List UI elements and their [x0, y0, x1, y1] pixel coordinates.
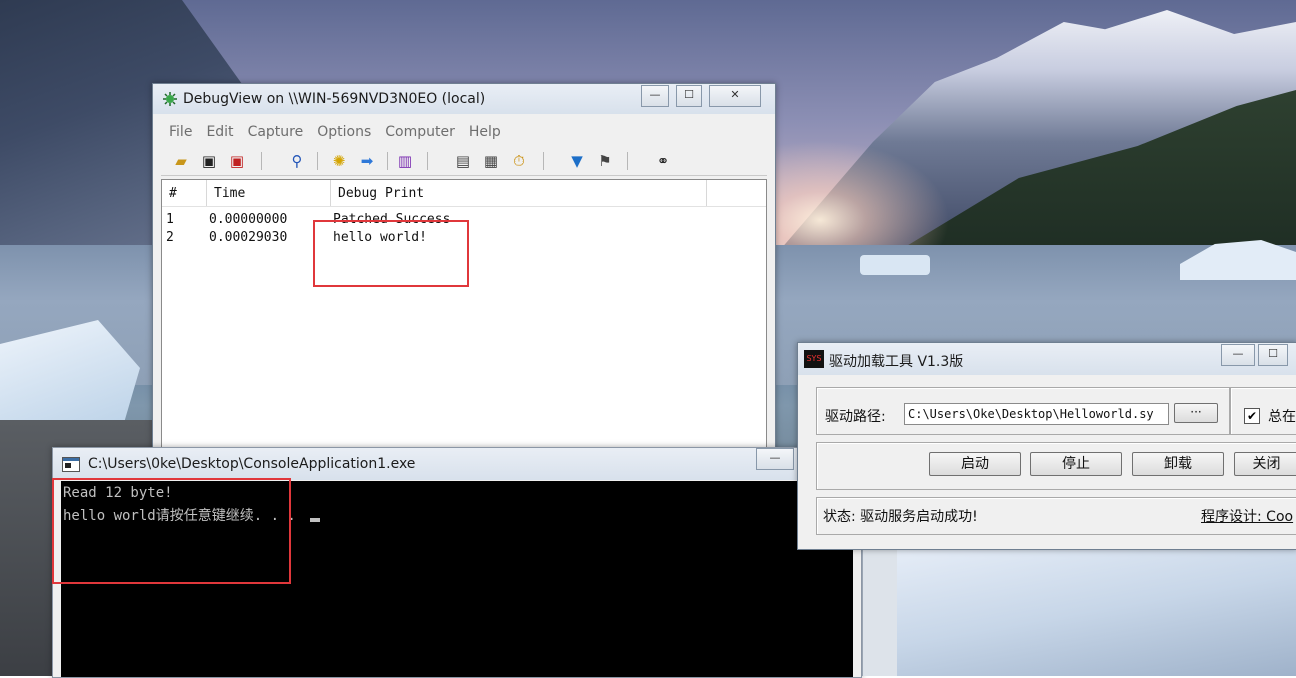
- debugview-titlebar[interactable]: DebugView on \\WIN-569NVD3N0EO (local) —…: [153, 84, 775, 114]
- wallpaper-ice: [890, 545, 1296, 676]
- row-time: 0.00029030: [209, 230, 288, 245]
- menu-computer[interactable]: Computer: [377, 122, 461, 140]
- column-header-print[interactable]: Debug Print: [338, 186, 424, 201]
- highlight-icon[interactable]: ▥: [395, 151, 415, 171]
- menu-edit[interactable]: Edit: [198, 122, 239, 140]
- filter-icon[interactable]: ▼: [567, 151, 587, 171]
- capture-icon[interactable]: ✺: [329, 151, 349, 171]
- start-button[interactable]: 启动: [929, 452, 1021, 476]
- find-icon[interactable]: ⚲: [287, 151, 307, 171]
- list-header: # Time Debug Print: [162, 180, 766, 207]
- autoscroll-icon[interactable]: ▦: [481, 151, 501, 171]
- driver-tool-titlebar[interactable]: SYS 驱动加载工具 V1.3版 — ☐: [798, 343, 1296, 375]
- column-header-num[interactable]: #: [169, 186, 177, 201]
- column-header-time[interactable]: Time: [214, 186, 245, 201]
- row-num: 1: [166, 212, 174, 227]
- designer-link[interactable]: 程序设计: Coo: [1201, 506, 1293, 526]
- driver-tool-window: SYS 驱动加载工具 V1.3版 — ☐ 驱动路径: C:\Users\Oke\…: [797, 342, 1296, 550]
- console-app-icon: [62, 457, 80, 472]
- status-text: 状态: 驱动服务启动成功!: [823, 509, 978, 525]
- open-folder-icon[interactable]: ▰: [171, 151, 191, 171]
- debugview-app-icon: [162, 91, 178, 107]
- driver-path-input[interactable]: C:\Users\Oke\Desktop\Helloworld.sy: [904, 403, 1169, 425]
- driver-tool-title: 驱动加载工具 V1.3版: [829, 354, 964, 370]
- save-red-icon[interactable]: ▣: [227, 151, 247, 171]
- console-titlebar[interactable]: C:\Users\0ke\Desktop\ConsoleApplication1…: [53, 448, 861, 480]
- toolbar-separator: [543, 152, 544, 170]
- maximize-button[interactable]: ☐: [1258, 344, 1288, 366]
- binoculars-icon[interactable]: ⚭: [653, 151, 673, 171]
- arrow-right-icon[interactable]: ➡: [357, 151, 377, 171]
- toolbar-separator: [627, 152, 628, 170]
- highlight-box: [52, 478, 291, 584]
- debugview-toolbar: ▰ ▣ ▣ ⚲ ✺ ➡ ▥ ▤ ▦ ⏱ ▼ ⚑ ⚭: [161, 147, 767, 176]
- wallpaper-ice: [860, 255, 930, 275]
- menu-options[interactable]: Options: [309, 122, 377, 140]
- uninstall-button[interactable]: 卸载: [1132, 452, 1224, 476]
- minimize-button[interactable]: —: [1221, 344, 1255, 366]
- clock-time-icon[interactable]: ▤: [453, 151, 473, 171]
- menu-file[interactable]: File: [161, 122, 198, 140]
- close-button[interactable]: ✕: [709, 85, 761, 107]
- browse-button[interactable]: ···: [1174, 403, 1218, 423]
- timer-icon[interactable]: ⏱: [509, 151, 529, 171]
- save-icon[interactable]: ▣: [199, 151, 219, 171]
- minimize-button[interactable]: —: [641, 85, 669, 107]
- row-num: 2: [166, 230, 174, 245]
- debugview-title: DebugView on \\WIN-569NVD3N0EO (local): [183, 91, 486, 107]
- toolbar-separator: [261, 152, 262, 170]
- close-app-button[interactable]: 关闭: [1234, 452, 1296, 476]
- minimize-button[interactable]: —: [756, 448, 794, 470]
- highlight-box: [313, 220, 469, 287]
- maximize-button[interactable]: ☐: [676, 85, 702, 107]
- console-title: C:\Users\0ke\Desktop\ConsoleApplication1…: [88, 456, 416, 472]
- always-on-top-checkbox[interactable]: ✔: [1244, 408, 1260, 424]
- menu-help[interactable]: Help: [461, 122, 507, 140]
- always-on-top-label: 总在: [1268, 409, 1296, 425]
- toolbar-separator: [317, 152, 318, 170]
- pin-icon[interactable]: ⚑: [595, 151, 615, 171]
- path-label: 驱动路径:: [825, 409, 886, 425]
- stop-button[interactable]: 停止: [1030, 452, 1122, 476]
- text-cursor: [310, 518, 321, 522]
- debugview-menubar: File Edit Capture Options Computer Help: [161, 122, 767, 144]
- toolbar-separator: [427, 152, 428, 170]
- toolbar-separator: [387, 152, 388, 170]
- sys-app-icon: SYS: [804, 350, 824, 368]
- row-time: 0.00000000: [209, 212, 288, 227]
- menu-capture[interactable]: Capture: [240, 122, 310, 140]
